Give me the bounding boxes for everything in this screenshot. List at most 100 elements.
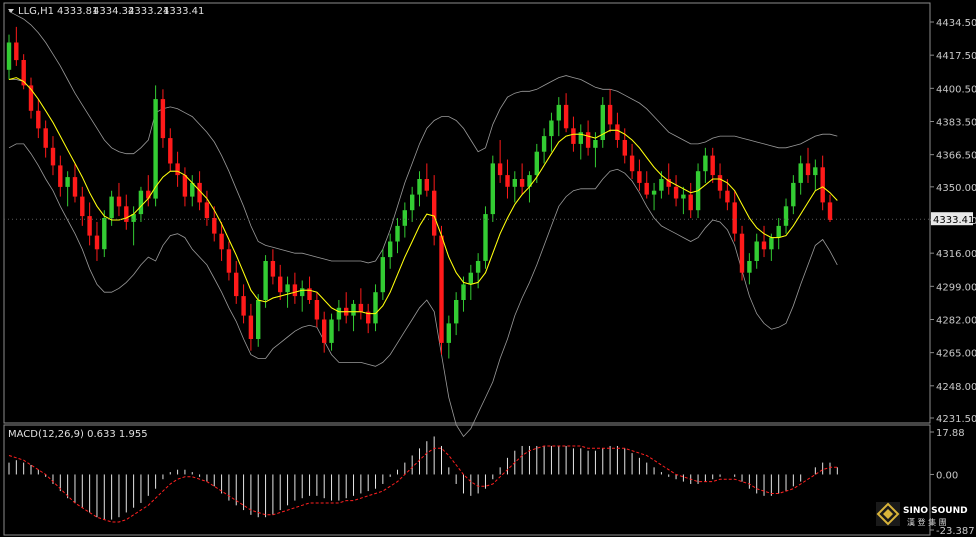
candle-body <box>351 303 356 316</box>
candle-body <box>6 42 12 70</box>
candle-body <box>673 186 679 199</box>
candle-body <box>219 233 224 250</box>
candle-body <box>549 120 554 137</box>
candle-body <box>226 249 232 273</box>
candle-body <box>688 194 693 211</box>
candle-body <box>490 163 495 215</box>
candle-body <box>58 165 63 187</box>
candle-body <box>651 190 657 195</box>
candle-body <box>761 241 767 250</box>
candle-body <box>725 190 730 203</box>
price-tick-label: 4248.00 <box>936 382 976 393</box>
price-tick-label: 4282.00 <box>936 315 976 326</box>
candle-body <box>563 104 569 129</box>
logo-subtitle: 漢 登 集 團 <box>907 517 947 527</box>
candle-body <box>475 261 481 273</box>
candle-body <box>710 155 715 176</box>
logo-name: SINO SOUND <box>903 506 968 516</box>
candle-body <box>212 218 217 234</box>
macd-label: MACD(12,26,9) 0.633 1.955 <box>8 429 148 440</box>
candle-body <box>571 128 576 144</box>
candle-body <box>292 284 298 297</box>
candle-body <box>109 196 114 219</box>
price-tick-label: 4400.50 <box>936 84 976 95</box>
candle-body <box>116 196 122 207</box>
price-tick-label: 4417.50 <box>936 51 976 62</box>
candle-body <box>336 307 342 320</box>
candle-body <box>175 163 180 176</box>
candle-body <box>497 163 503 176</box>
candle-body <box>454 300 459 324</box>
candle-body <box>432 190 437 236</box>
candle-body <box>703 155 708 172</box>
price-chart[interactable]: LLG,H1 4333.81 4334.32 4333.21 4333.41 M… <box>0 0 976 537</box>
candle-body <box>270 261 276 277</box>
macd-tick-label: -23.387 <box>936 526 975 537</box>
candle-body <box>791 182 796 207</box>
candle-body <box>585 132 591 148</box>
candle-body <box>747 261 752 273</box>
candle-body <box>94 235 100 250</box>
candle-body <box>644 182 649 195</box>
candle-body <box>388 241 393 258</box>
candle-body <box>65 177 70 187</box>
candle-body <box>659 179 664 191</box>
candle-body <box>410 194 415 211</box>
candle-body <box>813 167 818 176</box>
candle-body <box>241 296 246 316</box>
candle-body <box>622 140 627 156</box>
candle-body <box>36 110 41 129</box>
candle-body <box>629 155 635 172</box>
candle-body <box>820 167 825 203</box>
candle-body <box>102 218 107 250</box>
candle-body <box>732 202 737 234</box>
price-tick-label: 4434.50 <box>936 18 976 29</box>
candle-body <box>160 99 166 139</box>
macd-tick-label: 0.00 <box>936 470 958 481</box>
candle-body <box>468 272 473 285</box>
price-header: LLG,H1 4333.81 4334.32 4333.21 4333.41 <box>8 6 204 17</box>
candle-body <box>754 241 759 261</box>
candle-body <box>14 42 19 61</box>
candle-body <box>556 104 561 121</box>
candle-body <box>519 179 525 187</box>
candle-body <box>512 179 517 187</box>
candle-body <box>234 272 239 297</box>
candle <box>439 225 444 355</box>
candle-body <box>358 303 364 312</box>
candle-body <box>483 214 488 261</box>
candle-body <box>373 292 378 324</box>
candle-body <box>248 315 254 339</box>
candle-body <box>278 276 283 293</box>
candle <box>153 85 158 207</box>
price-tick-label: 4366.50 <box>936 151 976 162</box>
price-tick-label: 4350.00 <box>936 183 976 194</box>
price-tick-label: 4299.00 <box>936 282 976 293</box>
candle-body <box>72 177 78 197</box>
candle-body <box>593 140 598 148</box>
candle-body <box>43 128 48 148</box>
ohlc-close: 4333.41 <box>163 6 204 17</box>
candle-body <box>204 202 210 218</box>
price-tick-label: 4316.00 <box>936 249 976 260</box>
candle-body <box>827 202 833 220</box>
candle <box>256 294 261 347</box>
candle-body <box>138 190 144 215</box>
candle-body <box>798 163 803 183</box>
candle-body <box>153 99 158 199</box>
candle-body <box>395 225 400 242</box>
candle-body <box>168 138 173 164</box>
chart-background <box>0 0 976 537</box>
candle-body <box>329 319 334 343</box>
candle-body <box>769 237 774 250</box>
candle-body <box>776 225 781 238</box>
price-tick-label: 4383.50 <box>936 117 976 128</box>
candle-body <box>637 171 642 183</box>
macd-tick-label: 17.88 <box>936 428 965 439</box>
candle-body <box>681 194 686 199</box>
candle-body <box>300 288 305 297</box>
candle-body <box>461 284 466 300</box>
candle-body <box>417 179 422 195</box>
candle <box>483 206 488 269</box>
candle-body <box>263 261 268 300</box>
